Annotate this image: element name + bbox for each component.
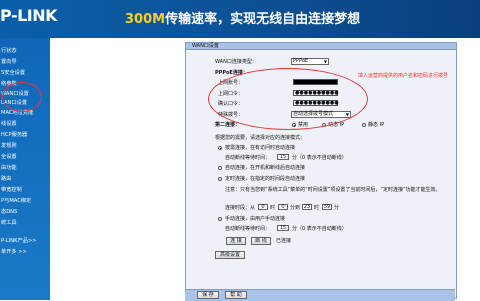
- sidebar-item-qss[interactable]: S安全设置: [0, 69, 25, 78]
- connection-status: 已连接: [276, 238, 292, 244]
- sidebar-item-forwarding[interactable]: 发规则: [0, 142, 17, 151]
- on-demand-label: 按需连接，在有访问时自动连接: [225, 145, 296, 151]
- wan-type-value: PPPoE: [293, 58, 309, 64]
- sidebar-item-bandwidth[interactable]: 带宽控制: [0, 186, 22, 195]
- header-banner: P-LINK 300M传输速率，实现无线自由连接梦想: [0, 0, 480, 38]
- sidebar-item-routing-function[interactable]: 由功能: [0, 164, 17, 173]
- sidebar-menu: 行状态 置向导 S安全设置 络参数 WAN口设置 LAN口设置 MAC地址克隆 …: [0, 38, 50, 300]
- connect-button[interactable]: 连 接: [226, 237, 246, 245]
- sidebar-item-routing[interactable]: 路由: [0, 175, 11, 184]
- idle-time-label-2: 自动断线等待时间：: [225, 226, 271, 232]
- start-hour-unit: 时: [270, 205, 276, 211]
- tp-link-logo: P-LINK: [0, 6, 58, 25]
- sidebar-item-wizard[interactable]: 置向导: [0, 58, 17, 67]
- idle-time-input-2[interactable]: 15: [277, 225, 289, 231]
- sidebar-item-ip-mac-binding[interactable]: P与MAC绑定: [0, 197, 31, 206]
- on-demand-radio[interactable]: [218, 146, 222, 150]
- start-minute-unit: 分到: [290, 205, 301, 211]
- auto-connect-label: 自动连接，在开机和断线后自动连接: [225, 165, 306, 171]
- sidebar-item-dhcp[interactable]: HCP服务器: [0, 131, 27, 140]
- sidebar-item-more[interactable]: 单开多 >>: [0, 248, 27, 257]
- wan-type-select[interactable]: PPPoE ▼: [291, 58, 329, 65]
- manual-connect-label: 手动连接，由用户手动连接: [225, 216, 286, 222]
- mode-prompt: 根据您的需要，请选择对应的连接模式：: [215, 135, 306, 141]
- chevron-down-icon: ▼: [323, 59, 327, 64]
- sidebar-item-system-tools[interactable]: 统工具: [0, 219, 17, 228]
- slogan-text: 传输速率，实现无线自由连接梦想: [165, 12, 361, 27]
- advanced-settings-button[interactable]: 高级设置: [215, 251, 245, 259]
- end-hour-input[interactable]: 23: [302, 204, 312, 210]
- disconnect-button[interactable]: 断 线: [251, 237, 271, 245]
- second-static-ip-radio[interactable]: [362, 123, 366, 127]
- start-minute-input[interactable]: 0: [278, 204, 288, 210]
- bottom-toolbar: 保 存 帮 助: [185, 289, 455, 301]
- panel-title: WAN口设置: [186, 43, 456, 50]
- slogan: 300M传输速率，实现无线自由连接梦想: [125, 8, 360, 27]
- highlight-oval: [208, 68, 368, 130]
- sidebar-item-status[interactable]: 行状态: [0, 47, 17, 56]
- slogan-highlight: 300M: [125, 12, 166, 27]
- sidebar-item-security[interactable]: 全设置: [0, 153, 17, 162]
- second-static-ip-label: 静态 IP: [368, 122, 385, 128]
- idle-time-input[interactable]: 15: [277, 154, 289, 160]
- idle-time-label: 自动断线等待时间：: [225, 155, 271, 161]
- manual-connect-radio[interactable]: [218, 217, 222, 221]
- wan-type-label: WAN口连接类型：: [215, 59, 257, 65]
- sidebar-highlight-oval: [2, 82, 42, 112]
- sidebar-item-ddns[interactable]: 态DNS: [0, 208, 17, 217]
- auto-connect-radio[interactable]: [218, 166, 222, 170]
- sidebar-item-products[interactable]: P-LINK产品>>: [0, 237, 37, 246]
- idle-time-unit: 分（0 表示不自动断线）: [292, 155, 347, 161]
- timed-connect-radio[interactable]: [218, 177, 222, 181]
- sidebar-item-wireless[interactable]: 线设置: [0, 120, 17, 129]
- start-hour-input[interactable]: 0: [258, 204, 268, 210]
- help-button[interactable]: 帮 助: [225, 291, 247, 299]
- save-button[interactable]: 保 存: [197, 291, 219, 299]
- time-setting-note: 注意：只有当您到“系统工具”菜单的“时间设置”项设置了当前时间后，“定时连接”功…: [225, 187, 441, 193]
- end-minute-input[interactable]: 59: [322, 204, 332, 210]
- end-minute-unit: 分: [334, 205, 340, 211]
- period-label: 连接时段：从: [225, 205, 256, 211]
- end-hour-unit: 时: [314, 205, 320, 211]
- timed-connect-label: 定时连接，在指定的时间段自动连接: [225, 176, 306, 182]
- idle-time-unit-2: 分（0 表示不自动断线）: [292, 226, 347, 232]
- annotation-text: 填入运营商提供的用户名和密码进行拨号: [358, 73, 449, 79]
